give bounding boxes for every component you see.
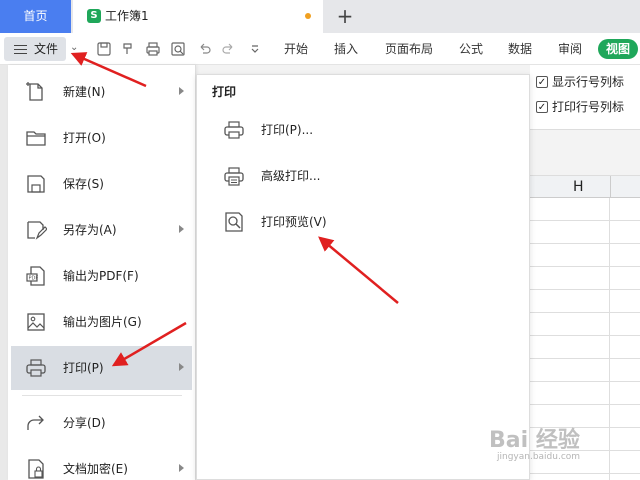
svg-text:PDF: PDF <box>29 276 39 282</box>
print-preview-icon <box>225 212 243 232</box>
print-icon[interactable] <box>145 41 161 57</box>
submenu-item-print[interactable]: 打印(P)... <box>217 113 417 147</box>
advanced-print-icon <box>224 167 244 186</box>
workbook-left-edge <box>0 65 8 480</box>
tab-title: 工作簿1 <box>105 9 149 23</box>
tab-start[interactable]: 开始 <box>284 33 308 65</box>
submenu-item-advanced-print[interactable]: 高级打印... <box>217 159 417 193</box>
menu-item-label: 输出为PDF(F) <box>63 269 139 283</box>
save-icon[interactable] <box>96 41 112 57</box>
column-header-row: H <box>530 175 640 199</box>
menu-item-label: 打开(O) <box>63 131 106 145</box>
column-divider <box>610 176 611 199</box>
print-preview-icon[interactable] <box>170 41 186 57</box>
baidu-watermark-url: jingyan.baidu.com <box>497 452 581 462</box>
file-menu-label: 文件 <box>34 42 59 56</box>
tab-review[interactable]: 审阅 <box>558 33 582 65</box>
menu-item-export-image[interactable]: 输出为图片(G) <box>11 300 192 344</box>
tab-data[interactable]: 数据 <box>508 33 532 65</box>
submenu-arrow-icon <box>179 225 184 233</box>
customize-toolbar-icon[interactable] <box>247 41 263 57</box>
menu-item-label: 分享(D) <box>63 416 106 430</box>
new-icon <box>26 82 43 101</box>
hamburger-icon <box>14 45 27 54</box>
baidu-watermark-logo: Bai 经验 <box>489 428 580 453</box>
menu-item-label: 打印(P) <box>63 361 104 375</box>
menu-item-label: 输出为图片(G) <box>63 315 142 329</box>
checkbox-checked-icon[interactable]: ✓ <box>536 101 548 113</box>
menu-item-encrypt[interactable]: 文档加密(E) <box>11 447 192 480</box>
unsaved-dot <box>305 13 311 19</box>
submenu-arrow-icon <box>179 464 184 472</box>
tab-formulas[interactable]: 公式 <box>459 33 483 65</box>
column-header-h[interactable]: H <box>573 176 584 199</box>
save-as-icon <box>27 221 47 240</box>
redo-icon[interactable] <box>221 41 237 57</box>
submenu-item-label: 打印预览(V) <box>261 215 327 229</box>
printer-icon <box>224 121 244 139</box>
printer-icon <box>26 359 46 377</box>
submenu-arrow-icon <box>179 363 184 371</box>
menu-item-export-pdf[interactable]: PDF 输出为PDF(F) <box>11 254 192 298</box>
tab-home[interactable]: 首页 <box>0 0 71 33</box>
undo-icon[interactable] <box>196 41 212 57</box>
submenu-item-print-preview[interactable]: 打印预览(V) <box>217 205 417 239</box>
tab-view[interactable]: 视图 <box>598 39 639 59</box>
tab-insert[interactable]: 插入 <box>334 33 358 65</box>
menu-item-save-as[interactable]: 另存为(A) <box>11 208 192 252</box>
submenu-item-label: 高级打印... <box>261 169 321 183</box>
checkbox-checked-icon[interactable]: ✓ <box>536 76 548 88</box>
tab-bar: 首页 S 工作簿1 + <box>0 0 640 33</box>
print-submenu: 打印 打印(P)... 高级打印... 打印预览(V) <box>196 74 530 480</box>
toolbar: 文件 ⌄ 开始 插入 页面布局 公式 数据 审阅 视图 <box>0 33 640 65</box>
spreadsheet-icon: S <box>87 9 101 23</box>
tab-page-layout[interactable]: 页面布局 <box>385 33 433 65</box>
chevron-down-icon[interactable]: ⌄ <box>70 42 78 53</box>
menu-item-label: 另存为(A) <box>63 223 117 237</box>
menu-divider <box>22 395 182 396</box>
format-painter-icon[interactable] <box>120 41 136 57</box>
tab-workbook[interactable]: S 工作簿1 <box>73 0 323 33</box>
submenu-title: 打印 <box>212 85 237 99</box>
menu-item-save[interactable]: 保存(S) <box>11 162 192 206</box>
view-options: ✓ 显示行号列标 ✓ 打印行号列标 <box>530 65 640 130</box>
file-menu: 新建(N) 打开(O) 保存(S) 另存为(A) PDF 输出为PDF(F) 输… <box>8 65 196 480</box>
menu-item-open[interactable]: 打开(O) <box>11 116 192 160</box>
folder-icon <box>26 131 46 146</box>
menu-item-label: 文档加密(E) <box>63 462 128 476</box>
pdf-icon: PDF <box>26 266 45 286</box>
new-tab-button[interactable]: + <box>334 2 356 30</box>
show-headers-label: 显示行号列标 <box>552 75 625 89</box>
file-menu-button[interactable]: 文件 <box>4 37 66 61</box>
print-headers-label: 打印行号列标 <box>552 100 625 114</box>
menu-item-print[interactable]: 打印(P) <box>11 346 192 390</box>
save-icon <box>27 175 45 193</box>
submenu-item-label: 打印(P)... <box>261 123 314 137</box>
share-icon <box>27 415 44 430</box>
menu-item-label: 保存(S) <box>63 177 104 191</box>
menu-item-new[interactable]: 新建(N) <box>11 70 192 114</box>
lock-icon <box>28 459 44 479</box>
menu-item-label: 新建(N) <box>63 85 106 99</box>
image-icon <box>27 313 45 331</box>
menu-item-share[interactable]: 分享(D) <box>11 401 192 445</box>
submenu-arrow-icon <box>179 87 184 95</box>
